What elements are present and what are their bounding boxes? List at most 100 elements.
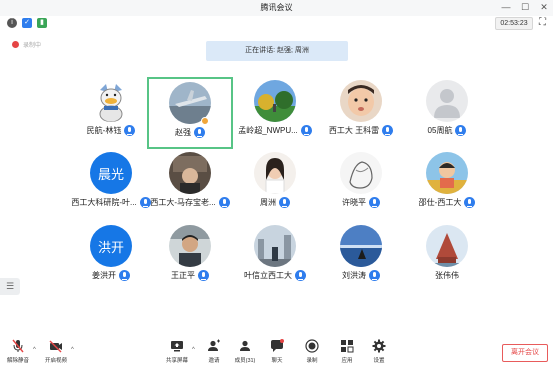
mic-muted-icon bbox=[11, 339, 25, 353]
avatar bbox=[426, 152, 468, 194]
participant-name: 西工大 王科雷 bbox=[328, 126, 380, 135]
info-icon[interactable]: i bbox=[7, 18, 17, 28]
avatar bbox=[169, 225, 211, 267]
microphone-icon bbox=[279, 197, 290, 208]
audio-options-chevron-icon[interactable]: ^ bbox=[33, 347, 36, 353]
microphone-icon bbox=[119, 270, 130, 281]
microphone-icon bbox=[455, 125, 467, 136]
apps-icon bbox=[340, 339, 354, 353]
signal-icon[interactable]: ▮ bbox=[37, 18, 47, 28]
participant-name: 许晓平 bbox=[342, 198, 366, 207]
participant-name: 刘洪涛 bbox=[342, 271, 366, 280]
microphone-icon bbox=[124, 125, 136, 136]
chat-label: 聊天 bbox=[271, 358, 283, 364]
participant-tile[interactable]: 孟岭超_NWPU... bbox=[232, 77, 318, 149]
invite-label: 邀请 bbox=[208, 358, 220, 364]
participant-name: 邵仕-西工大 bbox=[418, 198, 462, 207]
members-icon bbox=[238, 339, 252, 353]
settings-button[interactable]: 设置 bbox=[364, 339, 394, 364]
avatar bbox=[426, 225, 468, 267]
member-list-toggle-icon[interactable]: ☰ bbox=[0, 278, 20, 295]
avatar bbox=[90, 80, 132, 122]
gear-icon bbox=[372, 339, 386, 353]
participant-tile[interactable]: 许晓平 bbox=[318, 149, 404, 221]
fullscreen-icon[interactable]: ⛶ bbox=[539, 17, 546, 28]
record-dot-icon bbox=[12, 41, 19, 48]
avatar bbox=[169, 152, 211, 194]
invite-button[interactable]: 邀请 bbox=[199, 339, 229, 364]
participant-name: 叶信立西工大 bbox=[244, 271, 292, 280]
participant-tile[interactable]: 洪开 姜洪开 bbox=[68, 222, 154, 294]
unmute-button[interactable]: 解除静音 bbox=[3, 339, 33, 364]
title-bar: 腾讯会议 — ☐ ✕ bbox=[0, 0, 553, 16]
avatar bbox=[340, 80, 382, 122]
participant-tile[interactable]: 05周航 bbox=[404, 77, 490, 149]
participant-name: 周洲 bbox=[260, 198, 276, 207]
participant-tile[interactable]: 叶信立西工大 bbox=[232, 222, 318, 294]
members-button[interactable]: 成员(31) bbox=[230, 339, 260, 364]
avatar: 洪开 bbox=[90, 225, 132, 267]
close-button[interactable]: ✕ bbox=[539, 1, 549, 14]
share-screen-icon bbox=[170, 339, 184, 353]
recording-indicator: 录制中 bbox=[12, 40, 41, 49]
invite-icon bbox=[207, 339, 221, 353]
participant-tile[interactable]: 邵仕-西工大 bbox=[404, 149, 490, 221]
shield-icon[interactable]: ✓ bbox=[22, 18, 32, 28]
microphone-icon bbox=[295, 270, 306, 281]
bottom-toolbar: 解除静音 ^ 开启视频 ^ 共享屏幕 ^ 邀请 成员(31) 聊天 录制 应用 … bbox=[0, 334, 553, 368]
participant-tile[interactable]: 周洲 bbox=[232, 149, 318, 221]
microphone-icon bbox=[218, 197, 230, 208]
participant-tile[interactable]: 西工大-马存宝老... bbox=[147, 149, 233, 221]
members-label: 成员(31) bbox=[234, 358, 256, 364]
participant-name: 西工大科研院-叶... bbox=[71, 198, 137, 207]
start-video-label: 开启视频 bbox=[44, 358, 67, 364]
video-options-chevron-icon[interactable]: ^ bbox=[71, 347, 74, 353]
share-screen-button[interactable]: 共享屏幕 bbox=[162, 339, 192, 364]
record-button[interactable]: 录制 bbox=[297, 339, 327, 364]
microphone-icon bbox=[382, 125, 394, 136]
participant-name: 赵强 bbox=[175, 128, 191, 137]
participant-tile[interactable]: 刘洪涛 bbox=[318, 222, 404, 294]
participant-name: 姜洪开 bbox=[92, 271, 116, 280]
participant-tile[interactable]: 王正平 bbox=[147, 222, 233, 294]
apps-button[interactable]: 应用 bbox=[332, 339, 362, 364]
avatar bbox=[254, 152, 296, 194]
avatar bbox=[340, 152, 382, 194]
avatar bbox=[254, 225, 296, 267]
settings-label: 设置 bbox=[373, 358, 385, 364]
participant-tile[interactable]: 赵强 bbox=[147, 77, 233, 149]
start-video-button[interactable]: 开启视频 bbox=[41, 339, 71, 364]
host-badge-icon bbox=[201, 117, 209, 125]
unmute-label: 解除静音 bbox=[6, 358, 29, 364]
participant-name: 西工大-马存宝老... bbox=[150, 198, 216, 207]
participant-tile[interactable]: 民航-林钰 bbox=[68, 77, 154, 149]
camera-off-icon bbox=[49, 339, 63, 353]
participant-tile[interactable]: 西工大 王科雷 bbox=[318, 77, 404, 149]
leave-meeting-button[interactable]: 离开会议 bbox=[502, 344, 548, 362]
avatar bbox=[340, 225, 382, 267]
participant-tile[interactable]: 晨光西工大科研院-叶... bbox=[68, 149, 154, 221]
meeting-timer: 02:53:23 bbox=[495, 17, 533, 30]
avatar: 晨光 bbox=[90, 152, 132, 194]
microphone-icon bbox=[194, 127, 205, 138]
microphone-icon bbox=[369, 197, 380, 208]
apps-label: 应用 bbox=[341, 358, 353, 364]
share-options-chevron-icon[interactable]: ^ bbox=[192, 347, 195, 353]
window-title: 腾讯会议 bbox=[260, 3, 293, 12]
recording-label: 录制中 bbox=[23, 43, 42, 49]
record-label: 录制 bbox=[306, 358, 318, 364]
avatar bbox=[426, 80, 468, 122]
microphone-icon bbox=[464, 197, 476, 208]
record-icon bbox=[305, 339, 319, 353]
chat-button[interactable]: 聊天 bbox=[262, 339, 292, 364]
maximize-button[interactable]: ☐ bbox=[520, 1, 530, 14]
participant-name: 张伟伟 bbox=[435, 271, 459, 280]
minimize-button[interactable]: — bbox=[501, 1, 511, 14]
share-screen-label: 共享屏幕 bbox=[165, 358, 188, 364]
microphone-icon bbox=[198, 270, 209, 281]
speaking-banner: 正在讲话: 赵强; 周洲 bbox=[206, 41, 348, 61]
participant-tile[interactable]: 张伟伟 bbox=[404, 222, 490, 294]
participant-name: 王正平 bbox=[171, 271, 195, 280]
avatar bbox=[254, 80, 296, 122]
chat-icon bbox=[270, 339, 284, 353]
